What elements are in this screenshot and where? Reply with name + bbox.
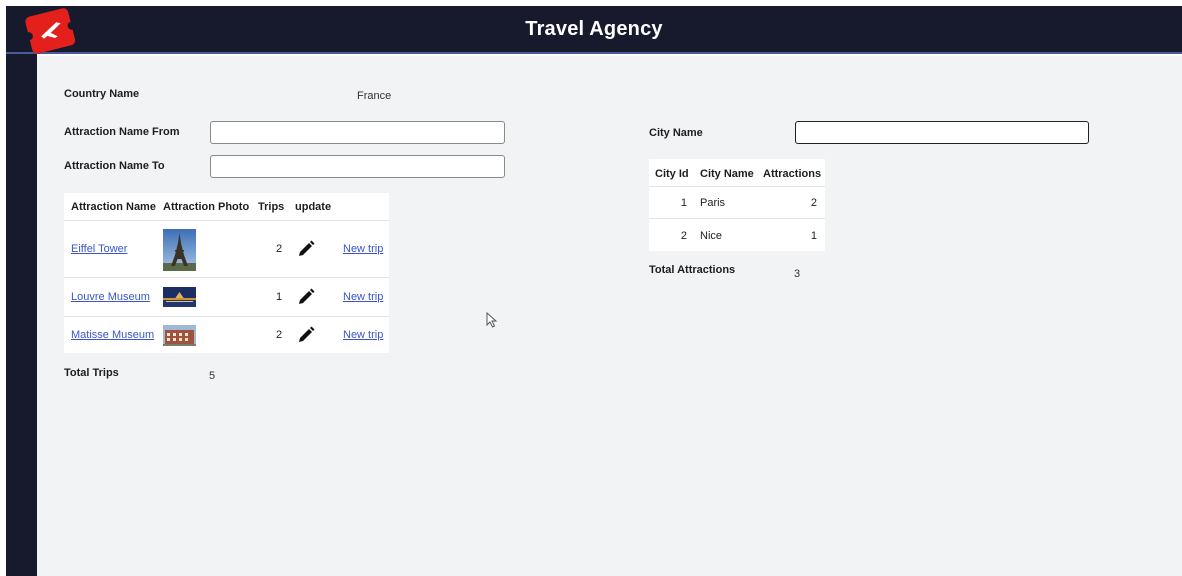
table-row: Louvre Museum 1 New trip: [64, 277, 389, 316]
country-name-label: Country Name: [64, 88, 140, 100]
city-name: Paris: [700, 197, 726, 209]
table-row: 2 Nice 1: [649, 218, 825, 251]
column-header-attraction-name[interactable]: Attraction Name: [71, 201, 156, 213]
pencil-icon[interactable]: [297, 326, 315, 344]
airplane-ticket-icon[interactable]: [22, 4, 78, 56]
city-attractions-count: 2: [810, 197, 817, 209]
cities-grid: City Id City Name Attractions 1 Paris 2 …: [649, 159, 825, 251]
app-window: Travel Agency Country Name France Attrac…: [0, 0, 1182, 576]
attraction-name-link[interactable]: Eiffel Tower: [71, 243, 127, 255]
city-attractions-count: 1: [810, 230, 817, 242]
eiffel-tower-photo: [163, 229, 196, 271]
matisse-museum-photo: [163, 325, 196, 346]
new-trip-link[interactable]: New trip: [343, 329, 383, 341]
country-name-value: France: [357, 90, 392, 102]
pencil-icon[interactable]: [297, 240, 315, 258]
new-trip-link[interactable]: New trip: [343, 243, 383, 255]
column-header-attractions[interactable]: Attractions: [763, 168, 821, 180]
total-trips-label: Total Trips: [64, 367, 119, 379]
city-name-input[interactable]: [795, 121, 1089, 144]
page-title: Travel Agency: [525, 18, 663, 40]
column-header-trips[interactable]: Trips: [258, 201, 284, 213]
column-header-attraction-photo[interactable]: Attraction Photo: [163, 201, 249, 213]
table-row: 1 Paris 2: [649, 186, 825, 218]
total-attractions-label: Total Attractions: [649, 264, 736, 276]
trips-count: 1: [276, 291, 283, 303]
attraction-name-to-input[interactable]: [210, 155, 505, 178]
city-name: Nice: [700, 230, 723, 242]
attraction-name-link[interactable]: Matisse Museum: [71, 329, 154, 341]
louvre-museum-photo: [163, 287, 196, 307]
sidebar: [6, 6, 37, 576]
total-trips-value: 5: [209, 370, 216, 382]
trips-count: 2: [276, 329, 283, 341]
city-id: 1: [680, 197, 687, 209]
app-header: Travel Agency: [6, 6, 1182, 54]
column-header-city-id[interactable]: City Id: [655, 168, 689, 180]
attractions-grid: Attraction Name Attraction Photo Trips u…: [64, 193, 389, 353]
trips-count: 2: [276, 243, 283, 255]
new-trip-link[interactable]: New trip: [343, 291, 383, 303]
table-row: Matisse Museum 2 New trip: [64, 316, 389, 353]
city-id: 2: [680, 230, 687, 242]
table-row: Eiffel Tower 2 New trip: [64, 220, 389, 277]
pencil-icon[interactable]: [297, 288, 315, 306]
total-attractions-value: 3: [794, 268, 801, 280]
mouse-cursor-icon: [486, 312, 498, 328]
attraction-name-from-input[interactable]: [210, 121, 505, 144]
attraction-name-link[interactable]: Louvre Museum: [71, 291, 150, 303]
column-header-update[interactable]: update: [295, 201, 331, 213]
attraction-name-from-label: Attraction Name From: [64, 126, 180, 138]
column-header-city-name[interactable]: City Name: [700, 168, 754, 180]
city-name-label: City Name: [649, 127, 703, 139]
attraction-name-to-label: Attraction Name To: [64, 160, 165, 172]
